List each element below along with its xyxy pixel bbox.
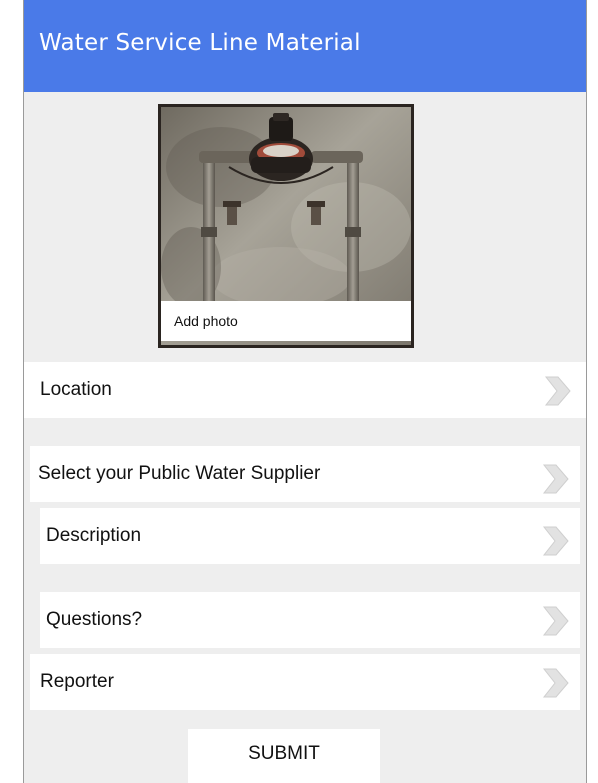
reporter-label: Reporter <box>40 671 114 692</box>
location-row[interactable]: Location <box>24 362 586 418</box>
chevron-right-icon <box>544 376 571 406</box>
location-label: Location <box>40 379 112 400</box>
reporter-row[interactable]: Reporter <box>30 654 580 710</box>
public-water-supplier-label: Select your Public Water Supplier <box>38 463 321 484</box>
chevron-right-icon <box>542 668 569 698</box>
chevron-right-icon <box>542 606 569 636</box>
submit-button[interactable]: SUBMIT <box>188 729 380 783</box>
app-header: Water Service Line Material <box>24 0 586 92</box>
add-photo-card[interactable]: Add photo <box>158 104 414 348</box>
description-row[interactable]: Description <box>40 508 580 564</box>
page-title: Water Service Line Material <box>39 30 361 56</box>
questions-row[interactable]: Questions? <box>40 592 580 648</box>
description-label: Description <box>46 525 142 546</box>
public-water-supplier-row[interactable]: Select your Public Water Supplier <box>30 446 580 502</box>
chevron-right-icon <box>542 464 569 494</box>
questions-label: Questions? <box>46 609 143 630</box>
chevron-right-icon <box>542 526 569 556</box>
app-frame: Water Service Line Material Add photo Lo… <box>23 0 587 783</box>
add-photo-label[interactable]: Add photo <box>161 301 411 341</box>
